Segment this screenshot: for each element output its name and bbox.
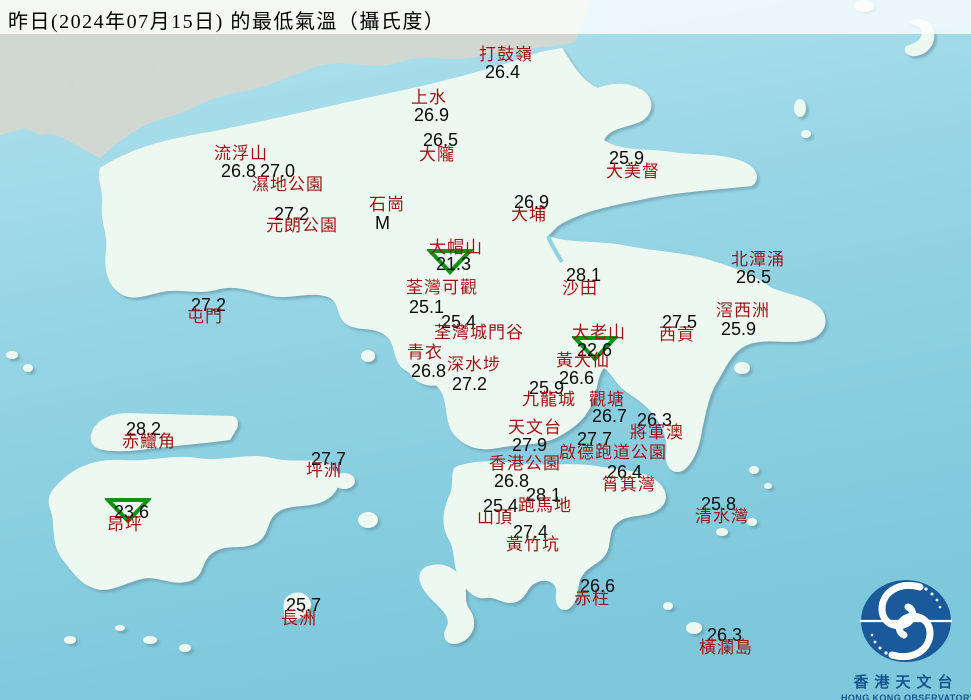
station-name: 沙田 <box>562 279 598 298</box>
station-name: 西貢 <box>659 325 695 344</box>
station-name: 清水灣 <box>695 507 749 526</box>
station-name: 觀塘 <box>589 390 625 409</box>
station-name: 橫瀾島 <box>699 638 753 657</box>
station-name: 元朗公園 <box>266 216 338 235</box>
station-name: 大老山 <box>572 323 626 342</box>
station-name: 上水 <box>411 88 447 107</box>
station-value: 27.9 <box>512 435 548 455</box>
station-name: 將軍澳 <box>630 423 684 442</box>
station-name: 赤柱 <box>574 589 610 608</box>
station-name: 大美督 <box>606 162 660 181</box>
hko-logo-name-en: HONG KONG OBSERVATORY <box>841 693 971 700</box>
station-name: 流浮山 <box>214 144 268 163</box>
station-name: 坪洲 <box>306 461 342 480</box>
station-name: 黃竹坑 <box>506 535 560 554</box>
station-name: 香港公園 <box>489 454 561 473</box>
station-name: 荃灣可觀 <box>406 278 478 297</box>
station-name: 昂坪 <box>107 515 143 534</box>
station-value: 26.4 <box>485 62 521 82</box>
page-title: 昨日(2024年07月15日) 的最低氣溫（攝氏度） <box>8 11 446 33</box>
station-name: 深水埗 <box>447 355 501 374</box>
station-name: 長洲 <box>281 609 317 628</box>
station-value: 27.2 <box>452 374 488 394</box>
station-name: 打鼓嶺 <box>479 45 533 64</box>
station-value: 21.3 <box>436 254 472 274</box>
station-name: 青衣 <box>407 343 443 362</box>
station-value: 25.1 <box>409 297 445 317</box>
station-name: 筲箕灣 <box>602 475 656 494</box>
station-name: 大帽山 <box>429 238 483 257</box>
station-value: M <box>375 213 390 233</box>
hko-logo-name-cn: 香港天文台 <box>853 674 959 691</box>
station-name: 滘西洲 <box>716 301 770 320</box>
station-name: 大隴 <box>419 145 455 164</box>
station-name: 赤鱲角 <box>122 432 176 451</box>
station-value: 26.9 <box>414 105 450 125</box>
station-name: 跑馬地 <box>518 496 572 515</box>
station-value: 26.8 <box>411 361 447 381</box>
station-value: 26.8 <box>221 161 257 181</box>
station-value: 26.5 <box>736 267 772 287</box>
station-name: 黃大仙 <box>556 351 610 370</box>
station-name: 濕地公園 <box>252 175 324 194</box>
station-name: 九龍城 <box>522 390 576 409</box>
station-name: 石崗 <box>369 195 405 214</box>
station-name: 荃灣城門谷 <box>434 323 524 342</box>
station-name: 屯門 <box>187 307 223 326</box>
station-value: 26.6 <box>559 368 595 388</box>
station-value: 25.9 <box>721 319 757 339</box>
station-name: 啟德跑道公園 <box>559 443 667 462</box>
hko-logo: 香港天文台 HONG KONG OBSERVATORY <box>841 577 971 700</box>
station-value: 26.7 <box>592 406 628 426</box>
hong-kong-map <box>0 0 971 700</box>
hko-logo-icon <box>860 580 952 662</box>
station-value: 26.8 <box>494 471 530 491</box>
station-name: 大埔 <box>511 205 547 224</box>
station-name: 山頂 <box>477 508 513 527</box>
station-name: 天文台 <box>508 418 562 437</box>
weather-map-screen: 昨日(2024年07月15日) 的最低氣溫（攝氏度） 打鼓嶺 26.4 上水 26.9… <box>0 0 971 700</box>
station-name: 北潭涌 <box>731 250 785 269</box>
